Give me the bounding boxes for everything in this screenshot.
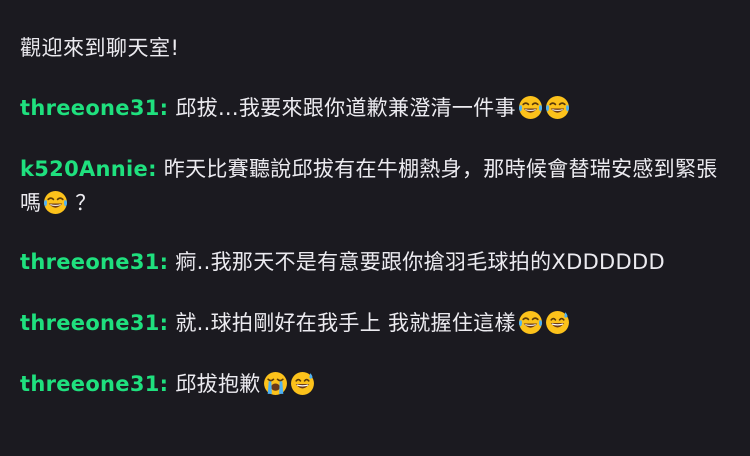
chat-message: threeone31: 邱拔抱歉 — [20, 367, 726, 401]
loudly-crying-icon — [263, 371, 288, 396]
chat-message: k520Annie: 昨天比賽聽說邱拔有在牛棚熱身，那時候會替瑞安感到緊張嗎 ？ — [20, 152, 726, 220]
grinning-sweat-icon — [545, 310, 570, 335]
chat-message: threeone31: 就..球拍剛好在我手上 我就握住這樣 — [20, 306, 726, 340]
message-text: 就..球拍剛好在我手上 我就握住這樣 — [175, 311, 516, 335]
chat-panel: 觀迎來到聊天室! threeone31: 邱拔...我要來跟你道歉兼澄清一件事 … — [0, 0, 750, 456]
message-username[interactable]: threeone31: — [20, 96, 168, 120]
grinning-sweat-icon — [290, 371, 315, 396]
message-text: 邱拔...我要來跟你道歉兼澄清一件事 — [175, 96, 516, 120]
chat-message: threeone31: 痾..我那天不是有意要跟你搶羽毛球拍的XDDDDDD — [20, 245, 726, 279]
tears-of-joy-icon — [518, 310, 543, 335]
tears-of-joy-icon — [43, 190, 68, 215]
message-username[interactable]: k520Annie: — [20, 157, 157, 181]
chat-message: threeone31: 邱拔...我要來跟你道歉兼澄清一件事 — [20, 91, 726, 125]
tears-of-joy-icon — [545, 95, 570, 120]
message-username[interactable]: threeone31: — [20, 372, 168, 396]
message-text: 痾..我那天不是有意要跟你搶羽毛球拍的XDDDDDD — [175, 250, 665, 274]
welcome-message: 觀迎來到聊天室! — [20, 36, 180, 60]
message-text: 邱拔抱歉 — [175, 372, 261, 396]
message-username[interactable]: threeone31: — [20, 311, 168, 335]
tears-of-joy-icon — [518, 95, 543, 120]
message-text-suffix: ？ — [68, 191, 97, 215]
message-username[interactable]: threeone31: — [20, 250, 168, 274]
